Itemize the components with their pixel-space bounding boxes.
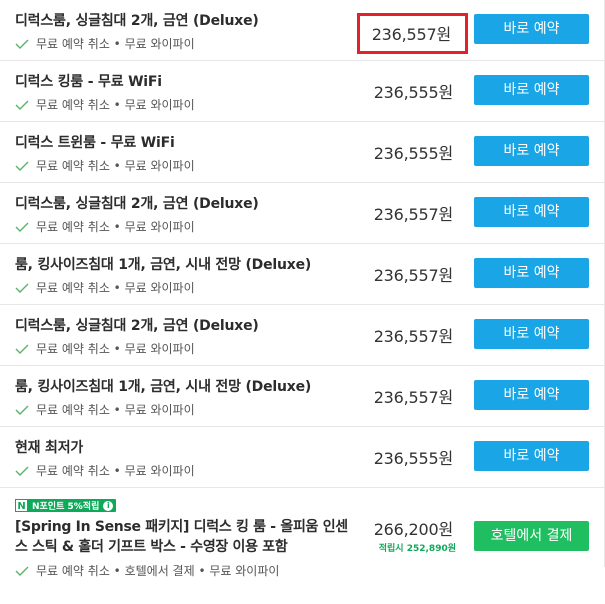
check-icon: [15, 344, 29, 354]
room-offer-row: 룸, 킹사이즈침대 1개, 금연, 시내 전망 (Deluxe) 무료 예약 취…: [0, 244, 605, 305]
room-name: 디럭스룸, 싱글침대 2개, 금연 (Deluxe): [15, 318, 259, 334]
room-features: 무료 예약 취소 • 무료 와이파이: [15, 218, 195, 235]
check-icon: [15, 161, 29, 171]
room-name: 디럭스 트윈룸 - 무료 WiFi: [15, 135, 175, 151]
book-now-button[interactable]: 바로 예약: [474, 319, 589, 349]
check-icon: [15, 405, 29, 415]
room-offer-row: 디럭스룸, 싱글침대 2개, 금연 (Deluxe) 무료 예약 취소 • 무료…: [0, 0, 605, 61]
npoint-badge-text: N포인트 5%적립: [32, 502, 100, 512]
room-features: 무료 예약 취소 • 무료 와이파이: [15, 157, 195, 174]
book-now-button[interactable]: 바로 예약: [474, 441, 589, 471]
room-features: 무료 예약 취소 • 무료 와이파이: [15, 462, 195, 479]
room-price: 236,555원: [373, 83, 453, 102]
points-earned-price: 적립시 252,890원: [378, 544, 456, 554]
features-text: 무료 예약 취소 • 무료 와이파이: [36, 37, 195, 51]
book-now-button[interactable]: 바로 예약: [474, 136, 589, 166]
package-offer-row: N N포인트 5%적립 i [Spring In Sense 패키지] 디럭스 …: [0, 488, 605, 578]
room-price: 236,555원: [373, 449, 453, 468]
room-price-highlighted: 236,557원: [356, 13, 468, 54]
features-text: 무료 예약 취소 • 무료 와이파이: [36, 220, 195, 234]
room-name: 룸, 킹사이즈침대 1개, 금연, 시내 전망 (Deluxe): [15, 257, 312, 273]
room-offer-row: 디럭스 킹룸 - 무료 WiFi 무료 예약 취소 • 무료 와이파이 236,…: [0, 61, 605, 122]
room-name: 현재 최저가: [15, 440, 84, 456]
info-icon[interactable]: i: [103, 500, 114, 511]
room-name: 룸, 킹사이즈침대 1개, 금연, 시내 전망 (Deluxe): [15, 379, 312, 395]
naver-n-icon: N: [15, 499, 28, 512]
room-price: 236,557원: [373, 205, 453, 224]
room-price: 236,557원: [373, 388, 453, 407]
room-offer-row: 현재 최저가 무료 예약 취소 • 무료 와이파이 236,555원 바로 예약: [0, 427, 605, 488]
npoint-badge: N N포인트 5%적립 i: [15, 499, 117, 512]
book-now-button[interactable]: 바로 예약: [474, 14, 589, 44]
check-icon: [15, 39, 29, 49]
room-price: 236,557원: [373, 266, 453, 285]
features-text: 무료 예약 취소 • 무료 와이파이: [36, 159, 195, 173]
room-features: 무료 예약 취소 • 무료 와이파이: [15, 401, 195, 418]
room-name: 디럭스룸, 싱글침대 2개, 금연 (Deluxe): [15, 196, 259, 212]
room-features: 무료 예약 취소 • 무료 와이파이: [15, 340, 195, 357]
room-features: 무료 예약 취소 • 무료 와이파이: [15, 96, 195, 113]
check-icon: [15, 566, 29, 576]
features-text: 무료 예약 취소 • 무료 와이파이: [36, 464, 195, 478]
room-features: 무료 예약 취소 • 무료 와이파이: [15, 279, 195, 296]
book-now-button[interactable]: 바로 예약: [474, 380, 589, 410]
room-offer-row: 디럭스룸, 싱글침대 2개, 금연 (Deluxe) 무료 예약 취소 • 무료…: [0, 183, 605, 244]
package-price: 266,200원: [373, 520, 453, 539]
features-text: 무료 예약 취소 • 무료 와이파이: [36, 342, 195, 356]
check-icon: [15, 283, 29, 293]
check-icon: [15, 222, 29, 232]
features-text: 무료 예약 취소 • 무료 와이파이: [36, 98, 195, 112]
features-text: 무료 예약 취소 • 호텔에서 결제 • 무료 와이파이: [36, 564, 280, 578]
pay-at-hotel-button[interactable]: 호텔에서 결제: [474, 521, 589, 551]
room-name: 디럭스룸, 싱글침대 2개, 금연 (Deluxe): [15, 13, 259, 29]
room-features: 무료 예약 취소 • 무료 와이파이: [15, 35, 195, 52]
features-text: 무료 예약 취소 • 무료 와이파이: [36, 281, 195, 295]
package-features: 무료 예약 취소 • 호텔에서 결제 • 무료 와이파이: [15, 562, 279, 579]
check-icon: [15, 466, 29, 476]
check-icon: [15, 100, 29, 110]
room-offer-row: 디럭스 트윈룸 - 무료 WiFi 무료 예약 취소 • 무료 와이파이 236…: [0, 122, 605, 183]
room-offer-row: 룸, 킹사이즈침대 1개, 금연, 시내 전망 (Deluxe) 무료 예약 취…: [0, 366, 605, 427]
room-price: 236,555원: [373, 144, 453, 163]
package-title: [Spring In Sense 패키지] 디럭스 킹 룸 - 올피움 인센스 …: [15, 519, 348, 555]
features-text: 무료 예약 취소 • 무료 와이파이: [36, 403, 195, 417]
book-now-button[interactable]: 바로 예약: [474, 258, 589, 288]
room-offer-row: 디럭스룸, 싱글침대 2개, 금연 (Deluxe) 무료 예약 취소 • 무료…: [0, 305, 605, 366]
room-price: 236,557원: [373, 327, 453, 346]
room-offer-list: 디럭스룸, 싱글침대 2개, 금연 (Deluxe) 무료 예약 취소 • 무료…: [0, 0, 605, 578]
book-now-button[interactable]: 바로 예약: [474, 197, 589, 227]
book-now-button[interactable]: 바로 예약: [474, 75, 589, 105]
room-name: 디럭스 킹룸 - 무료 WiFi: [15, 74, 162, 90]
